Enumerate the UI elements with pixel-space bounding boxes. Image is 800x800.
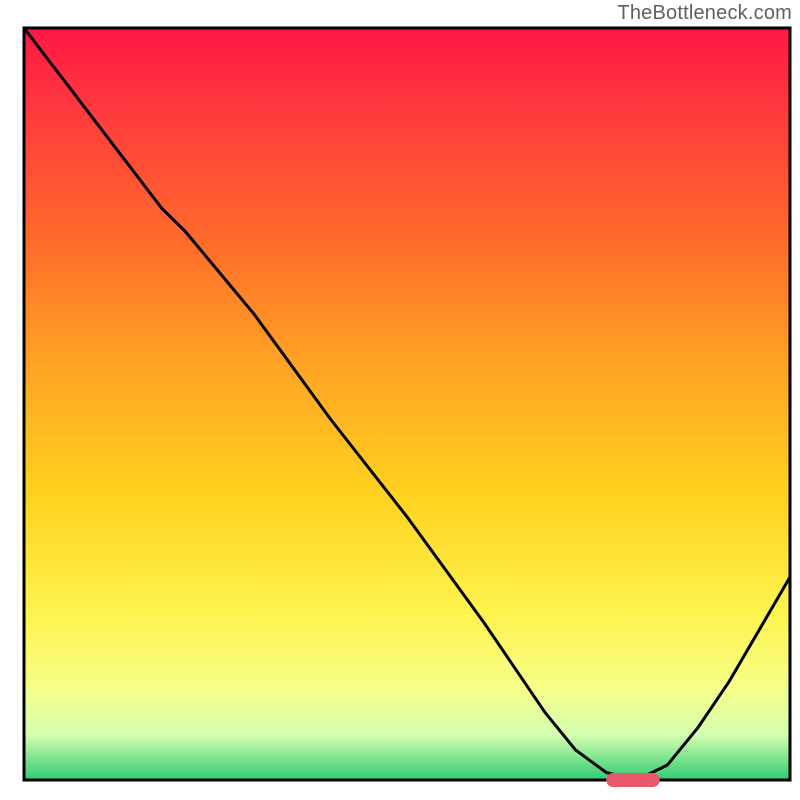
attribution-text: TheBottleneck.com: [617, 2, 792, 25]
min-marker: [606, 773, 660, 787]
chart-svg: [0, 0, 800, 800]
plot-background: [24, 28, 790, 780]
chart-stage: TheBottleneck.com: [0, 0, 800, 800]
